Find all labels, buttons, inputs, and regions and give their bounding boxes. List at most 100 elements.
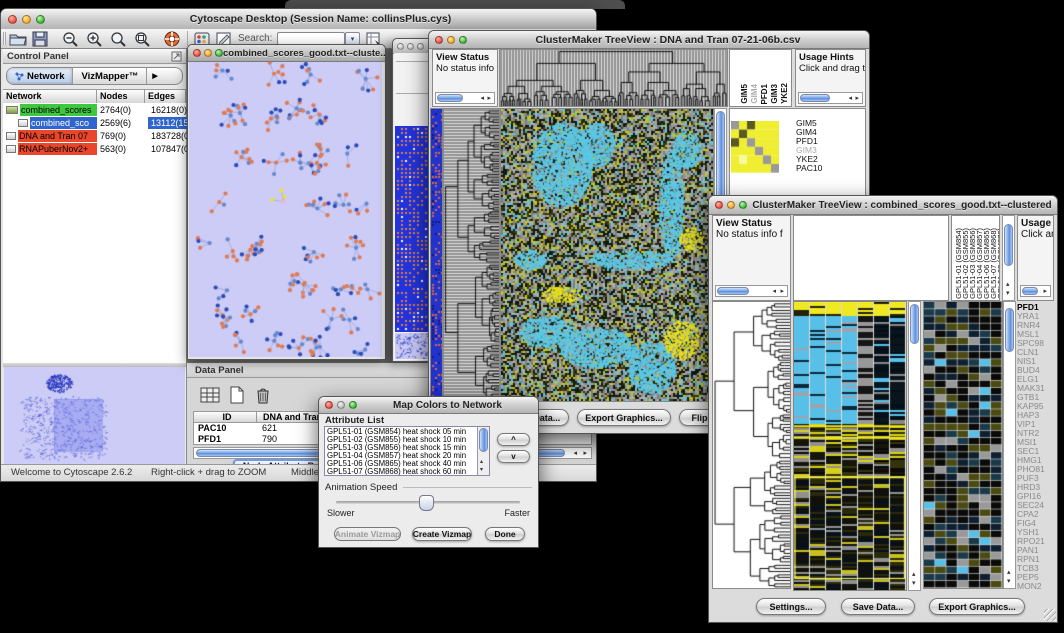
- zoom-button[interactable]: [215, 49, 223, 57]
- tv2-column-tree-panel[interactable]: [793, 215, 949, 301]
- tv2-gene-list[interactable]: PFD1YRA1RNR4MSL1SPC98CLN1NIS1BUD4ELG1MAK…: [1017, 303, 1055, 591]
- toolbar-grip[interactable]: [3, 32, 6, 45]
- network-file-icon: [6, 132, 16, 140]
- close-button[interactable]: [193, 49, 201, 57]
- treeview1-title-bar[interactable]: ClusterMaker TreeView : DNA and Tran 07-…: [429, 31, 869, 49]
- network-view-title-bar[interactable]: combined_scores_good.txt--cluste...: [188, 45, 385, 62]
- tv2-zoom-vscrollbar[interactable]: ▴ ▾: [1003, 301, 1016, 589]
- minimize-button[interactable]: [22, 15, 31, 24]
- minimize-button[interactable]: [727, 201, 735, 209]
- tv2-collabel-vscroll-thumb[interactable]: [1004, 224, 1013, 266]
- tv2-hints-hscroll-thumb[interactable]: [1022, 287, 1038, 295]
- tv1-heatmap-canvas[interactable]: [500, 108, 714, 402]
- tv1-column-dendrogram[interactable]: [499, 49, 728, 107]
- tv1-export-graphics-button[interactable]: Export Graphics...: [577, 409, 671, 426]
- tab-vizmapper[interactable]: VizMapper™: [72, 68, 146, 84]
- tv2-zoom-vscroll-thumb[interactable]: [1005, 308, 1014, 352]
- tv1-column-labels-panel[interactable]: GIM5GIM4PFD1GIM3YKE2PAC10: [729, 49, 792, 107]
- network-table-row[interactable]: DNA and Tran 07 769(0) 183728(0): [3, 129, 186, 142]
- tv2-global-vscroll-thumb[interactable]: [910, 304, 919, 344]
- tv2-view-status-panel: View Status No status info f ◂ ▸: [712, 215, 791, 301]
- tv2-column-labels-panel[interactable]: GPL51-01 (GSM854)GPL51-02 (GSM855)GPL51-…: [951, 215, 1000, 301]
- animation-speed-slider-thumb[interactable]: [419, 495, 434, 511]
- close-button[interactable]: [8, 15, 17, 24]
- tv2-collabel-vscrollbar[interactable]: ▴ ▾: [1002, 215, 1015, 301]
- zoom-in-icon[interactable]: [85, 31, 103, 47]
- move-down-button[interactable]: v: [497, 450, 530, 463]
- minimize-button[interactable]: [447, 36, 455, 44]
- tv2-settings-button[interactable]: Settings...: [756, 598, 826, 615]
- column-label: GPL51-08 (GSM872): [997, 228, 1000, 299]
- tv2-export-graphics-button[interactable]: Export Graphics...: [929, 598, 1025, 615]
- animate-vizmap-button[interactable]: Animate Vizmap: [334, 527, 401, 541]
- network-view-window: combined_scores_good.txt--cluste...: [187, 44, 386, 360]
- tv2-usage-hints-panel: Usage Hints Click and drag to ▸: [1017, 215, 1054, 301]
- screen: Cytoscape Desktop (Session Name: collins…: [0, 0, 1064, 633]
- network-tree-empty-area[interactable]: [3, 157, 186, 364]
- tv2-global-heatmap-canvas[interactable]: [793, 301, 907, 591]
- done-button[interactable]: Done: [485, 527, 525, 541]
- zoom-button[interactable]: [739, 201, 747, 209]
- save-icon[interactable]: [31, 31, 49, 47]
- tv2-hints-hscrollbar[interactable]: ▸: [1020, 285, 1051, 297]
- birdseye-view-canvas[interactable]: [4, 367, 185, 464]
- attribute-listbox[interactable]: GPL51-01 (GSM854) heat shock 05 minGPL51…: [324, 426, 490, 476]
- minimize-button[interactable]: [337, 401, 345, 409]
- tv2-save-data-button[interactable]: Save Data...: [841, 598, 915, 615]
- tv1-global-strip-canvas[interactable]: [430, 108, 443, 402]
- main-title-bar[interactable]: Cytoscape Desktop (Session Name: collins…: [1, 9, 596, 30]
- table-grid-icon[interactable]: [199, 385, 221, 405]
- close-button[interactable]: [397, 43, 404, 50]
- attribute-item[interactable]: GPL51-07 (GSM868) heat shock 60 min: [327, 468, 487, 476]
- tv1-mini-heatmap-canvas[interactable]: [731, 121, 779, 173]
- tv1-row-dendrogram[interactable]: [443, 108, 500, 402]
- tv2-status-hscrollbar[interactable]: ◂ ▸: [715, 285, 788, 297]
- tv1-hints-hscrollbar[interactable]: ◂ ▸: [798, 92, 863, 104]
- control-panel-header: Control Panel: [3, 49, 186, 64]
- new-document-icon[interactable]: [227, 385, 247, 405]
- window-controls[interactable]: [1, 15, 45, 24]
- zoom-button[interactable]: [417, 43, 424, 50]
- minimize-button[interactable]: [204, 49, 212, 57]
- slower-label: Slower: [327, 508, 355, 518]
- zoom-button[interactable]: [36, 15, 45, 24]
- treeview2-title-bar[interactable]: ClusterMaker TreeView : combined_scores_…: [709, 196, 1057, 215]
- gene-label[interactable]: MON2: [1017, 582, 1055, 591]
- zoom-button[interactable]: [349, 401, 357, 409]
- minimize-button[interactable]: [407, 43, 414, 50]
- network-table-header[interactable]: Network Nodes Edges: [3, 89, 186, 104]
- open-folder-icon[interactable]: [9, 31, 27, 47]
- attribute-list-vscroll-thumb[interactable]: [479, 428, 488, 452]
- trash-icon[interactable]: [253, 385, 273, 405]
- create-vizmap-button[interactable]: Create Vizmap: [412, 527, 472, 541]
- tab-more-button[interactable]: ▶: [146, 68, 162, 84]
- zoom-region-icon[interactable]: [109, 31, 127, 47]
- tv2-global-vscrollbar[interactable]: ▴ ▾: [908, 301, 921, 591]
- zoom-button[interactable]: [459, 36, 467, 44]
- tv1-status-hscrollbar[interactable]: ◂ ▸: [435, 92, 495, 104]
- gene-label[interactable]: PAC10: [796, 164, 822, 173]
- close-button[interactable]: [325, 401, 333, 409]
- tv2-row-dendrogram[interactable]: [712, 301, 791, 589]
- network-table-row[interactable]: combined_sco 2569(6) 13112(15): [3, 116, 186, 129]
- float-panel-icon[interactable]: [171, 51, 182, 62]
- zoom-out-icon[interactable]: [61, 31, 79, 47]
- tv1-status-hscroll-thumb[interactable]: [437, 94, 463, 102]
- resize-grip[interactable]: [1044, 609, 1056, 621]
- close-button[interactable]: [715, 201, 723, 209]
- tv2-zoom-heatmap-canvas[interactable]: [923, 301, 1003, 589]
- network-table-row[interactable]: RNAPuberNov2+ 563(0) 107847(0): [3, 142, 186, 155]
- attribute-list-vscrollbar[interactable]: ▴ ▾: [477, 427, 489, 475]
- network-table-row[interactable]: combined_scores 2764(0) 16218(0): [3, 103, 186, 116]
- close-button[interactable]: [435, 36, 443, 44]
- tv2-status-hscroll-thumb[interactable]: [717, 287, 749, 295]
- tab-network[interactable]: Network: [7, 68, 72, 84]
- network-canvas[interactable]: [189, 62, 382, 357]
- move-up-button[interactable]: ^: [497, 433, 530, 446]
- tv1-gene-list[interactable]: GIM5GIM4PFD1GIM3YKE2PAC10: [796, 119, 822, 173]
- dialog-title-bar[interactable]: Map Colors to Network: [319, 397, 538, 414]
- zoom-fit-icon[interactable]: [133, 31, 151, 47]
- help-lifebuoy-icon[interactable]: [163, 31, 181, 47]
- tv1-hints-hscroll-thumb[interactable]: [800, 94, 830, 102]
- tv1-usage-hints-info: Click and drag to: [796, 63, 865, 74]
